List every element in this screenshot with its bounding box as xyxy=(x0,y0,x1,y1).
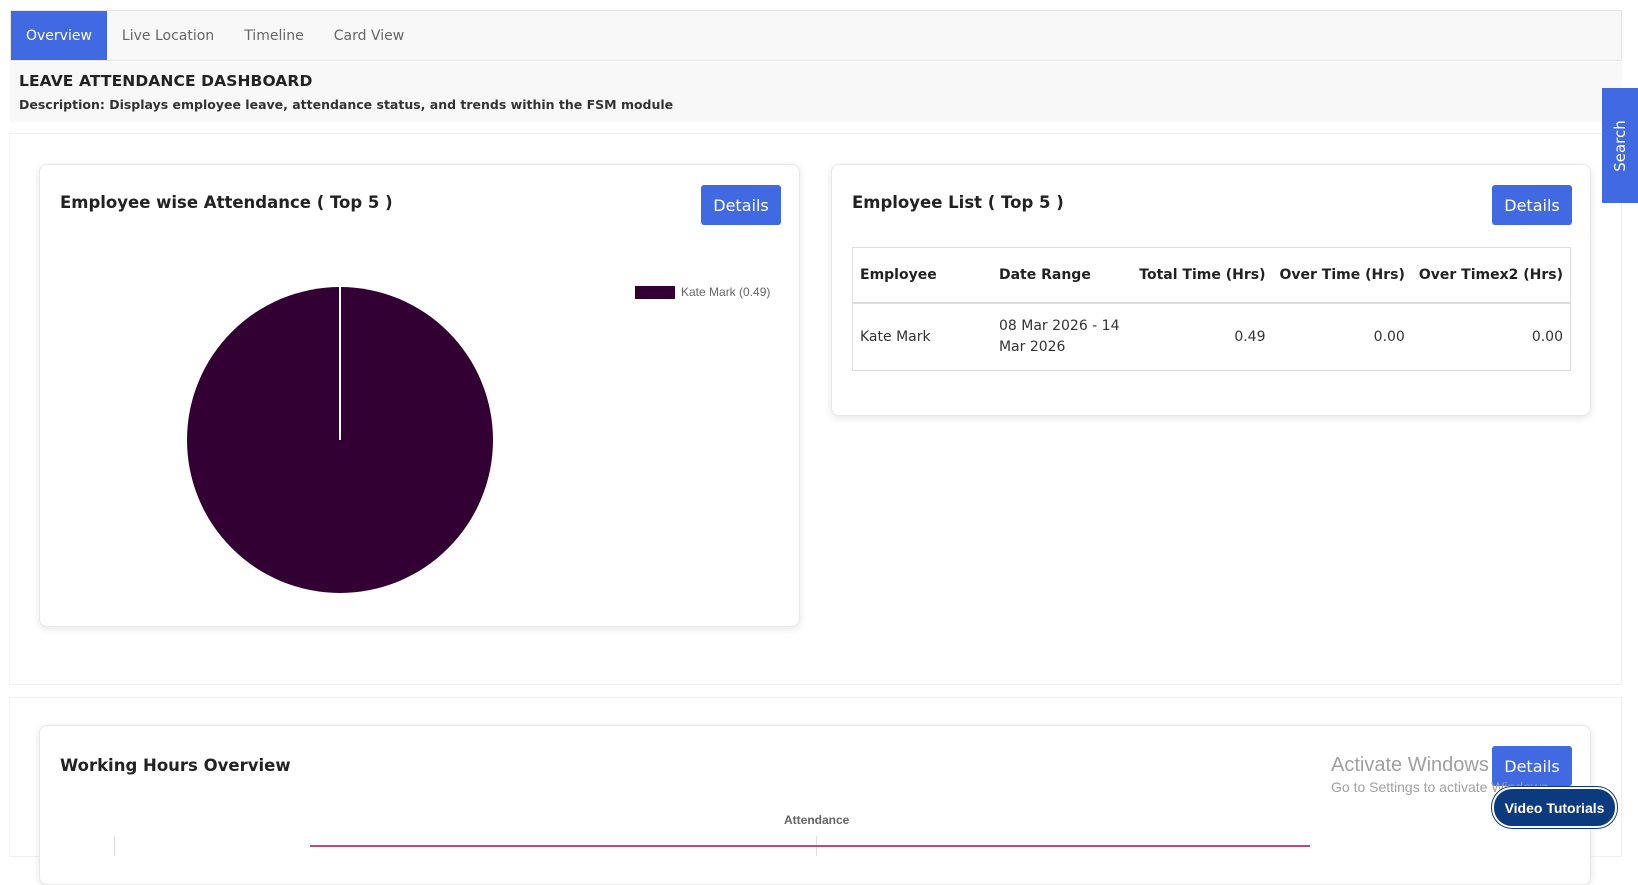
video-tutorials-label: Video Tutorials xyxy=(1504,799,1605,816)
chart-axis-line xyxy=(114,836,115,856)
chart-bar[interactable] xyxy=(310,845,1310,847)
cell-employee: Kate Mark xyxy=(860,328,931,345)
cell-over-timex2: 0.00 xyxy=(1531,328,1563,345)
working-hours-title: Working Hours Overview xyxy=(60,756,291,775)
table-row[interactable]: Kate Mark 08 Mar 2026 - 14 Mar 2026 0.49… xyxy=(853,303,1571,371)
attendance-card: Employee wise Attendance ( Top 5 ) Detai… xyxy=(39,164,800,627)
tab-timeline[interactable]: Timeline xyxy=(229,11,319,60)
legend-label: Kate Mark (0.49) xyxy=(681,285,771,299)
chart-legend[interactable]: Kate Mark (0.49) xyxy=(635,285,770,299)
page-title: LEAVE ATTENDANCE DASHBOARD xyxy=(19,72,313,90)
tab-live-location[interactable]: Live Location xyxy=(107,11,229,60)
column-header-over-time: Over Time (Hrs) xyxy=(1272,247,1412,304)
tab-card-view[interactable]: Card View xyxy=(319,11,419,60)
column-header-employee: Employee xyxy=(852,247,992,304)
employee-list-title: Employee List ( Top 5 ) xyxy=(852,193,1064,212)
employee-list-card: Employee List ( Top 5 ) Details Employee… xyxy=(831,164,1591,416)
attendance-card-title: Employee wise Attendance ( Top 5 ) xyxy=(60,193,393,212)
attendance-pie-chart[interactable] xyxy=(180,280,500,600)
employee-list-details-button[interactable]: Details xyxy=(1492,185,1572,225)
page-description: Description: Displays employee leave, at… xyxy=(19,97,674,112)
chart-title: Attendance xyxy=(784,813,850,827)
watermark-line1: Activate Windows xyxy=(1331,754,1489,776)
column-header-date-range: Date Range xyxy=(991,247,1133,304)
page-header: LEAVE ATTENDANCE DASHBOARD Description: … xyxy=(10,62,1622,122)
tab-bar: Overview Live Location Timeline Card Vie… xyxy=(10,10,1622,61)
search-tab-label: Search xyxy=(1611,119,1630,172)
employee-table: Employee Date Range Total Time (Hrs) Ove… xyxy=(852,247,1571,371)
cell-total-time: 0.49 xyxy=(1234,328,1266,345)
column-header-over-timex2: Over Timex2 (Hrs) xyxy=(1411,247,1571,304)
search-side-tab[interactable]: Search xyxy=(1602,88,1638,203)
cell-date-range: 08 Mar 2026 - 14 Mar 2026 xyxy=(998,318,1120,355)
attendance-details-button[interactable]: Details xyxy=(701,185,781,225)
legend-swatch xyxy=(635,285,675,299)
working-hours-card: Working Hours Overview Details Attendanc… xyxy=(39,725,1591,885)
tab-overview[interactable]: Overview xyxy=(11,11,107,60)
column-header-total-time: Total Time (Hrs) xyxy=(1132,247,1273,304)
table-header-row: Employee Date Range Total Time (Hrs) Ove… xyxy=(852,247,1571,304)
cell-over-time: 0.00 xyxy=(1373,328,1405,345)
video-tutorials-button[interactable]: Video Tutorials xyxy=(1492,787,1617,828)
